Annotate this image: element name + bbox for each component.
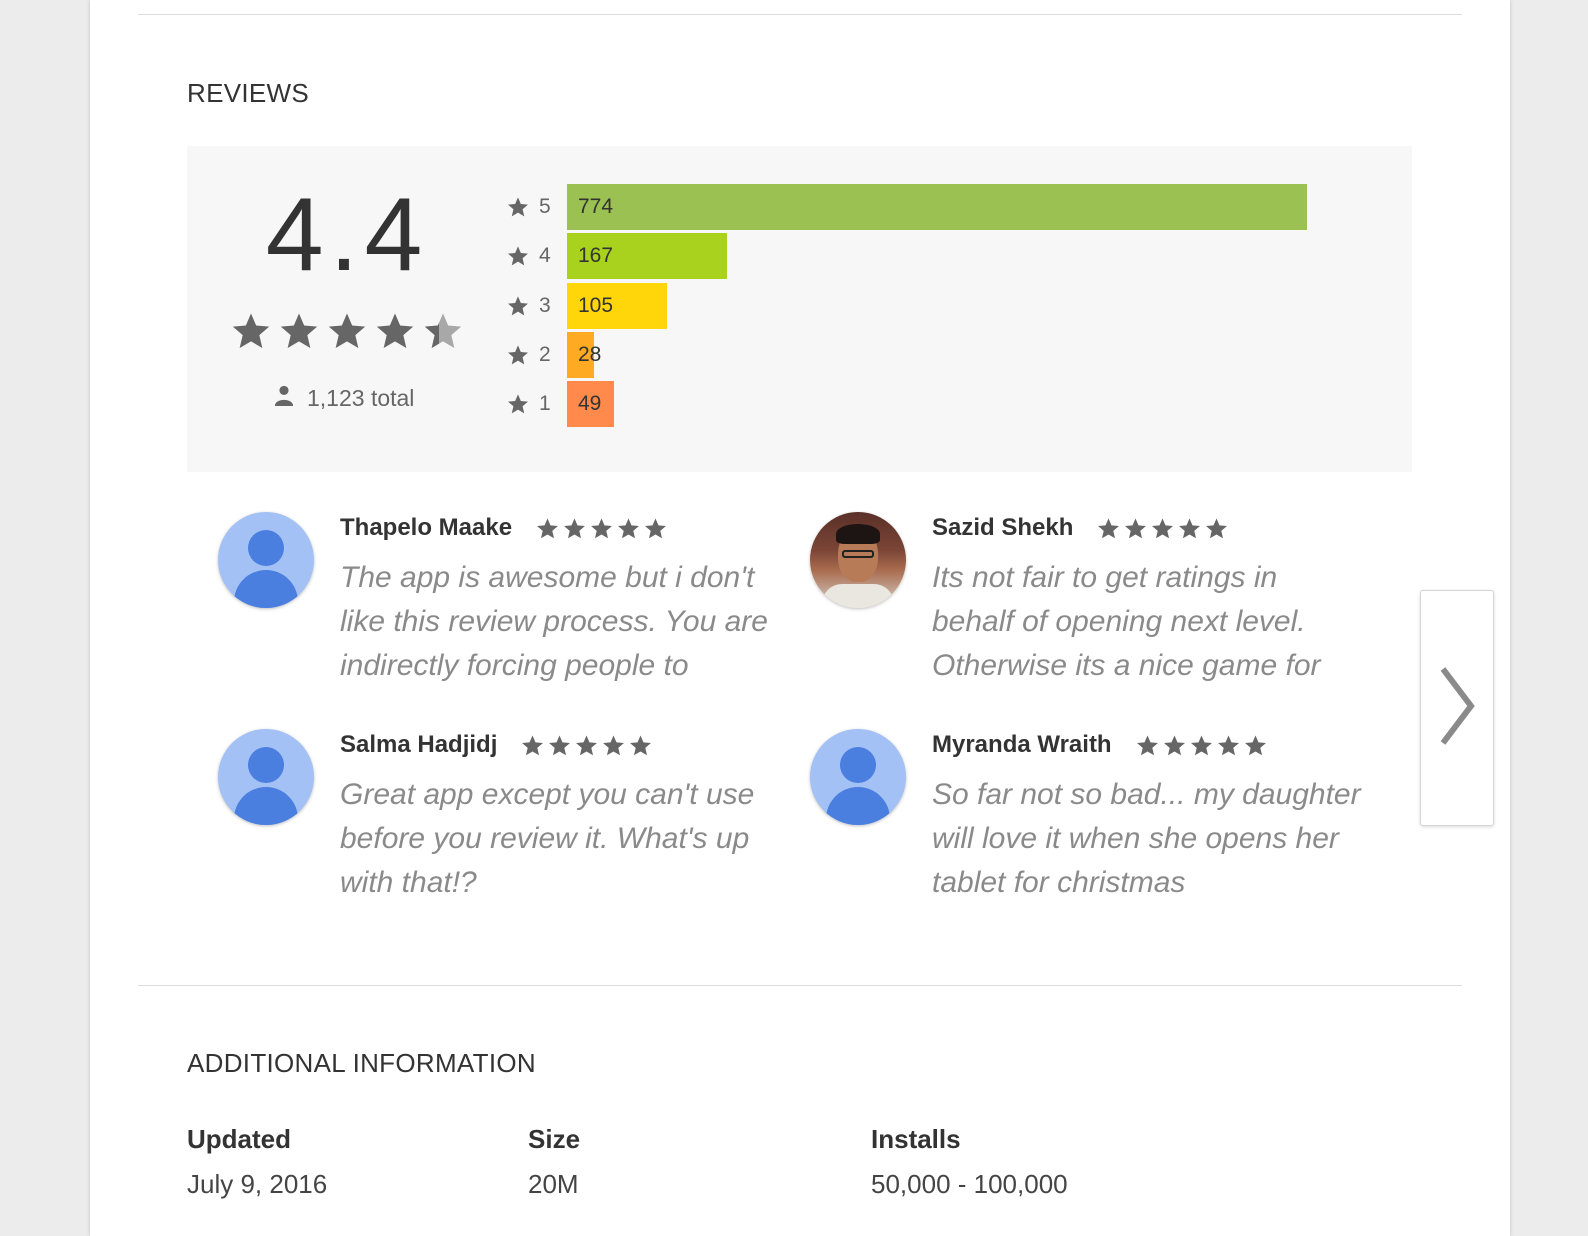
- star-icon: [1163, 734, 1185, 755]
- review-stars: [1097, 517, 1228, 540]
- review-card: Myranda Wraith So far not so bad... my d…: [810, 729, 1361, 909]
- default-avatar-icon[interactable]: [218, 729, 314, 825]
- star-icon: [424, 313, 462, 348]
- additional-info-title: ADDITIONAL INFORMATION: [187, 1048, 536, 1078]
- review-text: Great app except you can't use before yo…: [340, 778, 755, 899]
- info-size: Size 20M: [528, 1124, 580, 1200]
- histogram-count: 28: [578, 342, 602, 366]
- histogram-count: 774: [578, 195, 614, 218]
- star-icon: [1179, 517, 1201, 538]
- histogram-star-number: 4: [539, 244, 551, 268]
- divider-top: [138, 14, 1462, 15]
- histogram-row: 4 167: [507, 233, 727, 280]
- review-stars: [521, 734, 652, 757]
- review-text: Its not fair to get ratings in behalf of…: [932, 561, 1321, 682]
- info-updated: Updated July 9, 2016: [187, 1124, 327, 1200]
- star-icon: [1098, 517, 1120, 538]
- star-icon: [1152, 517, 1174, 538]
- histogram-star-label: 2: [507, 343, 567, 367]
- histogram-star-number: 3: [539, 293, 551, 317]
- star-icon: [1125, 517, 1147, 538]
- star-icon: [630, 734, 652, 755]
- review-stars: [536, 517, 667, 540]
- histogram-count: 105: [578, 293, 614, 317]
- star-icon: [618, 517, 640, 538]
- details-card: REVIEWS 4.4 1,123 total 5 774 4 167 3 105 2 28 1…: [90, 0, 1510, 1236]
- review-card: Salma Hadjidj Great app except you can't…: [218, 729, 758, 909]
- star-icon: [232, 313, 270, 348]
- chevron-right-icon: [1437, 661, 1477, 756]
- user-photo[interactable]: [810, 512, 906, 608]
- review-stars: [1136, 734, 1267, 757]
- info-installs: Installs 50,000 - 100,000: [871, 1124, 1068, 1200]
- info-label: Size: [528, 1124, 581, 1154]
- histogram-row: 3 105: [507, 282, 668, 329]
- histogram-row: 1 49: [507, 381, 614, 428]
- star-icon: [508, 394, 528, 414]
- histogram-count: 49: [578, 392, 602, 416]
- star-icon: [645, 517, 667, 538]
- histogram-star-label: 1: [507, 392, 567, 416]
- histogram-star-number: 1: [539, 392, 551, 416]
- star-icon: [537, 517, 559, 538]
- star-icon: [576, 734, 598, 755]
- review-card: Thapelo Maake The app is awesome but i d…: [218, 512, 768, 692]
- histogram-star-label: 3: [507, 294, 567, 318]
- histogram-star-number: 5: [539, 195, 551, 218]
- star-icon: [1206, 517, 1228, 538]
- star-icon: [508, 246, 528, 266]
- histogram-star-label: 4: [507, 244, 567, 268]
- default-avatar-icon[interactable]: [810, 729, 906, 825]
- reviewer-name[interactable]: Salma Hadjidj: [340, 731, 497, 759]
- histogram-bar: [567, 184, 1307, 230]
- star-icon: [1244, 734, 1266, 755]
- star-icon: [328, 313, 366, 348]
- total-ratings-label: 1,123 total: [307, 384, 415, 411]
- info-label: Installs: [871, 1124, 961, 1154]
- reviewer-name[interactable]: Myranda Wraith: [932, 731, 1112, 759]
- reviews-title: REVIEWS: [187, 78, 310, 108]
- star-icon: [508, 295, 528, 315]
- divider-bottom: [138, 985, 1462, 986]
- histogram-star-label: 5: [507, 195, 567, 219]
- rating-summary: 4.4 1,123 total 5 774 4 167 3 105 2 28 1 49: [187, 146, 1412, 472]
- histogram-count: 167: [578, 244, 614, 268]
- total-ratings: 1,123 total: [273, 384, 414, 412]
- star-icon: [603, 734, 625, 755]
- average-stars: [231, 311, 463, 351]
- star-icon: [508, 197, 528, 217]
- star-icon: [280, 313, 318, 348]
- star-icon: [1190, 734, 1212, 755]
- star-icon: [522, 734, 544, 755]
- histogram-row: 2 28: [507, 331, 601, 378]
- histogram-star-number: 2: [539, 342, 551, 366]
- star-icon: [549, 734, 571, 755]
- star-icon: [1136, 734, 1158, 755]
- reviewer-name[interactable]: Thapelo Maake: [340, 514, 512, 542]
- info-value: July 9, 2016: [187, 1169, 328, 1199]
- review-card: Sazid Shekh Its not fair to get ratings …: [810, 512, 1350, 692]
- info-value: 50,000 - 100,000: [871, 1169, 1068, 1199]
- star-icon: [508, 345, 528, 365]
- review-text: So far not so bad... my daughter will lo…: [932, 778, 1361, 899]
- reviewer-name[interactable]: Sazid Shekh: [932, 514, 1073, 542]
- average-rating: 4.4: [265, 177, 429, 293]
- star-icon: [376, 313, 414, 348]
- info-value: 20M: [528, 1169, 579, 1199]
- review-text: The app is awesome but i don't like this…: [340, 561, 768, 682]
- star-icon: [564, 517, 586, 538]
- star-icon: [591, 517, 613, 538]
- histogram-row: 5 774: [507, 184, 1307, 230]
- next-reviews-button[interactable]: [1420, 590, 1494, 826]
- person-icon: [273, 384, 295, 412]
- star-icon: [1217, 734, 1239, 755]
- default-avatar-icon[interactable]: [218, 512, 314, 608]
- info-label: Updated: [187, 1124, 291, 1154]
